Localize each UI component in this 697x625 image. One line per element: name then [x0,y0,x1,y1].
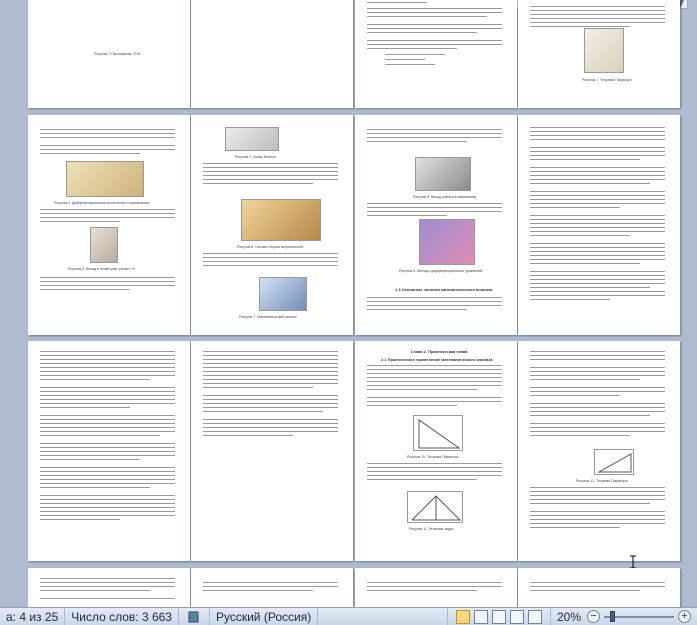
triangle-diagram-icon [418,419,461,449]
document-page[interactable] [518,115,680,335]
figure-caption: Рисунок 7. Теорема Пифагора [582,78,632,82]
document-page[interactable] [28,568,190,607]
figure-image [241,199,321,241]
zoom-control: 20% − + [551,608,697,625]
zoom-level[interactable]: 20% [557,610,581,624]
view-buttons [446,608,551,625]
web-layout-icon[interactable] [491,609,506,624]
print-layout-icon[interactable] [455,609,470,624]
figure-caption: Рисунок 2. Исаак Ньютон [235,155,277,159]
document-page[interactable] [191,0,353,108]
document-page[interactable]: Рисунок 7. Теорема Пифагора [518,0,680,108]
page-indicator[interactable]: а: 4 из 25 [0,608,66,625]
document-page[interactable]: Глава 2. Практическая глава 2.1 Практиче… [355,341,517,561]
document-page[interactable]: Рисунок 7.Приложение 7978. [28,0,190,108]
geometry-diagram-icon [411,495,462,521]
section-heading: 1.3 Основные понятия математического ана… [395,287,493,292]
language-indicator[interactable]: Русский (Россия) [210,608,319,625]
figure-caption: Рисунок 6. Основы теории вероятностей [237,245,304,249]
figure-image [90,227,118,263]
text-cursor-icon [630,555,636,569]
figure-image [594,449,634,475]
document-page[interactable]: Рисунок 12. Теорема Пифагора [518,341,680,561]
document-page[interactable]: Рисунок 4. Дифференциальное исчисление и… [28,115,190,335]
figure-caption: Рисунок 7.Приложение 7978. [94,52,142,56]
full-screen-reading-icon[interactable] [473,609,488,624]
document-page[interactable] [191,568,353,607]
status-bar: а: 4 из 25 Число слов: 3 663 Русский (Ро… [0,607,697,625]
figure-caption: Рисунок 7. Математический анализ [239,315,297,319]
figure-caption: Рисунок 12. Теорема Пифагора [576,479,628,483]
document-canvas[interactable]: 2 2 4 6 8 10 12 14 16 Рисунок 7.Приложен… [0,0,697,607]
figure-image [415,157,471,191]
figure-image [259,277,307,311]
right-triangle-icon [597,453,632,473]
draft-icon[interactable] [527,609,542,624]
zoom-in-button[interactable]: + [678,610,691,623]
zoom-out-button[interactable]: − [587,610,600,623]
document-page[interactable] [191,341,353,561]
figure-caption: Рисунок 8. Вклад ученых в математику [413,195,477,199]
word-count[interactable]: Число слов: 3 663 [65,608,179,625]
figure-image [66,161,144,197]
document-page[interactable] [355,0,517,108]
figure-image [584,28,624,73]
document-page[interactable] [28,341,190,561]
proofing-book-icon [188,611,199,622]
document-page[interactable]: Рисунок 8. Вклад ученых в математику Рис… [355,115,517,335]
zoom-slider[interactable] [604,610,674,622]
section-heading: 2.1 Практическое применение математическ… [381,357,493,362]
figure-image [419,219,475,265]
chapter-heading: Глава 2. Практическая глава [411,349,468,354]
figure-image [225,127,279,151]
figure-caption: Рисунок 4. Дифференциальное исчисление и… [54,201,150,205]
figure-caption: Рисунок 9. Методы дифференциальных уравн… [399,269,483,273]
figure-caption: Рисунок 11. Решение задач [409,527,454,531]
figure-image [407,491,463,523]
figure-caption: Рисунок 10. Теорема Пифагора [407,455,459,459]
zoom-slider-thumb[interactable] [610,610,615,622]
outline-icon[interactable] [509,609,524,624]
document-page[interactable] [355,568,517,607]
proofing-status[interactable] [179,608,210,625]
document-page[interactable]: Рисунок 2. Исаак Ньютон Рисунок 6. Основ… [191,115,353,335]
figure-image [413,415,463,451]
document-page[interactable] [518,568,680,607]
figure-caption: Рисунок 5. Вклад в геометрию ученых 19 [68,267,135,271]
